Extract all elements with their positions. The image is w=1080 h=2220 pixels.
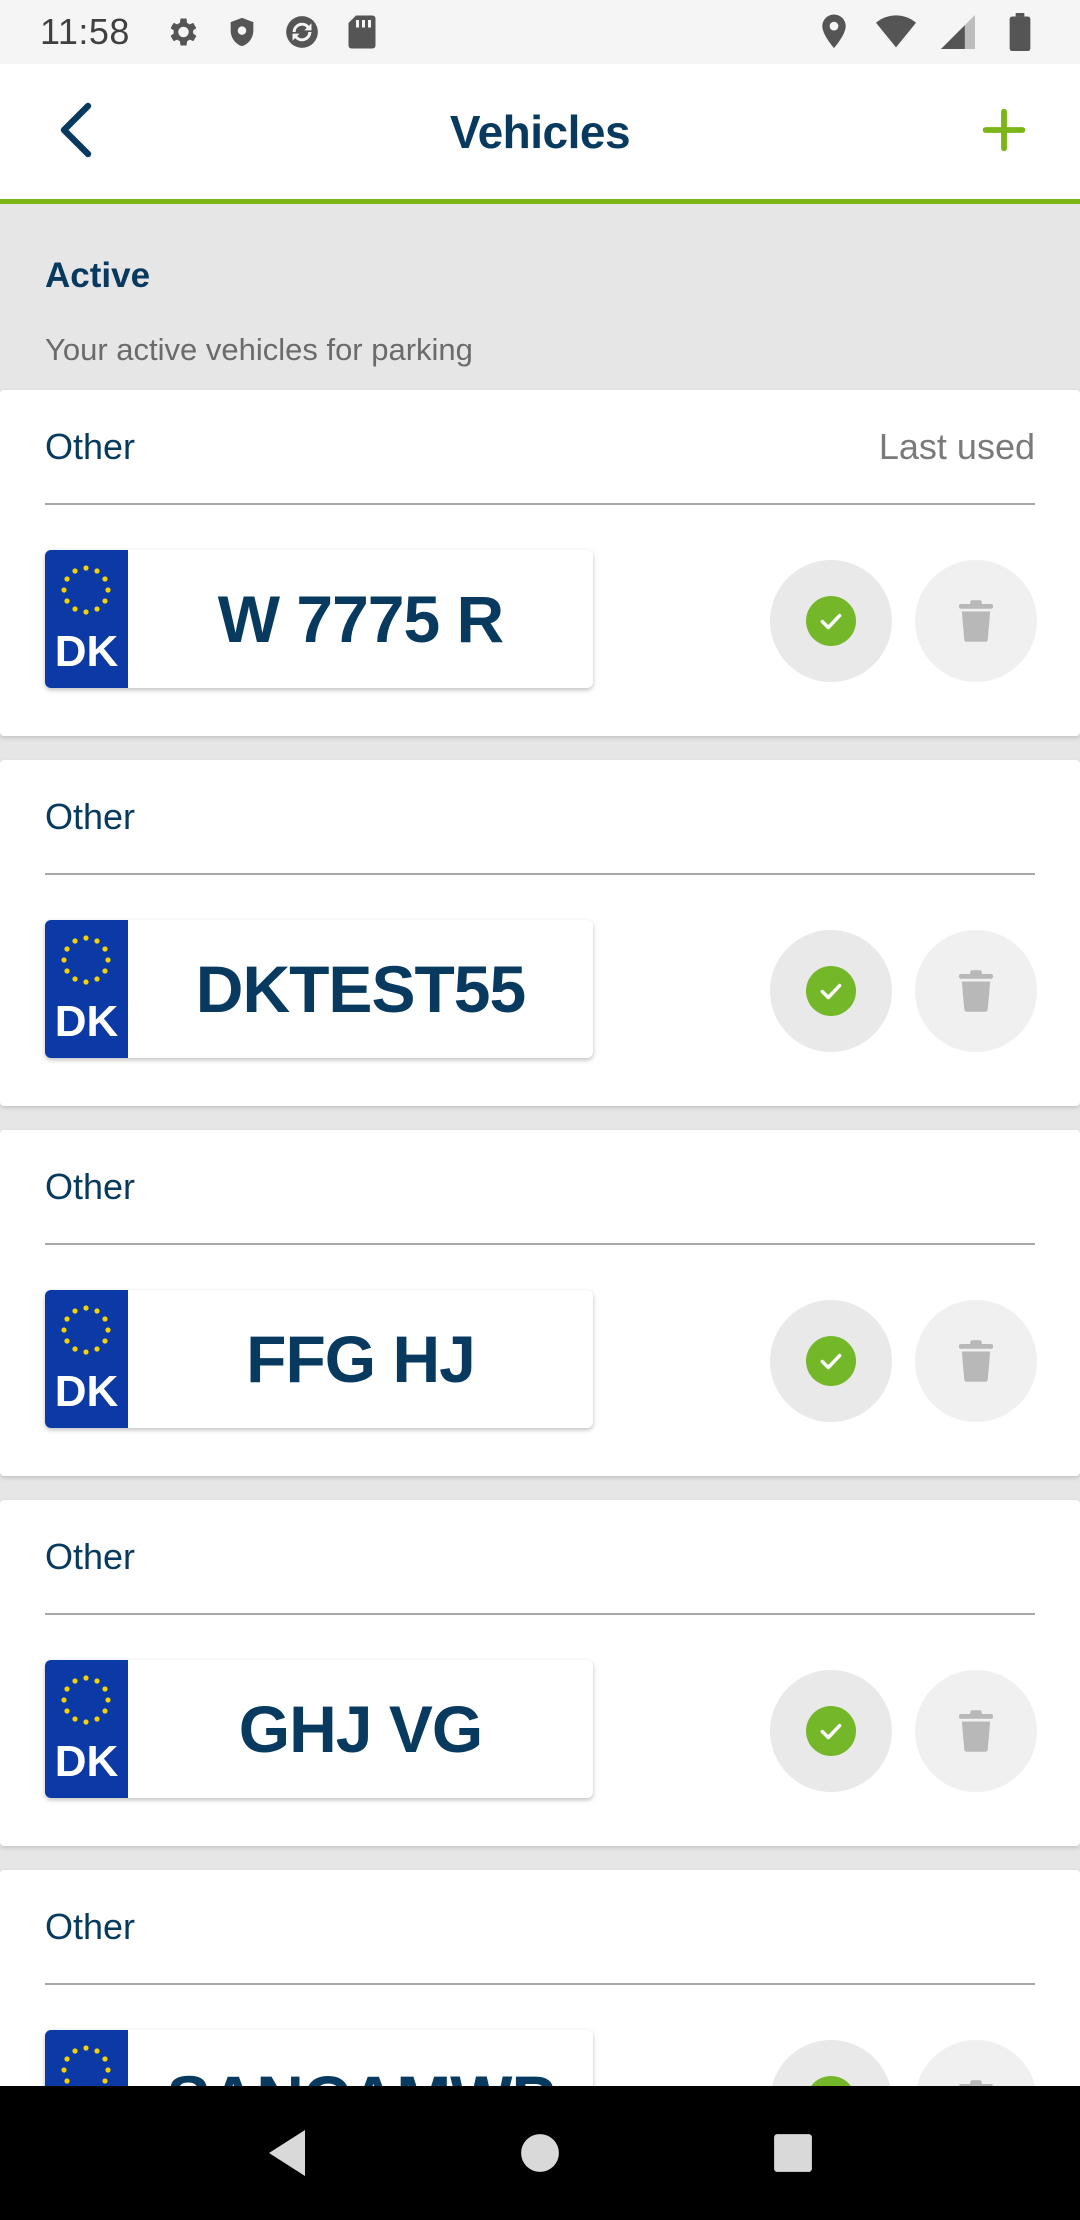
- eu-flag-strip: DK: [45, 550, 128, 688]
- eu-stars-icon: [61, 1675, 111, 1725]
- plate-country: DK: [54, 997, 119, 1046]
- vehicle-card: Other DK FFG HJ: [0, 1130, 1080, 1476]
- system-nav-bar: [0, 2086, 1080, 2220]
- check-circle-icon: [806, 966, 856, 1016]
- location-icon: [814, 12, 854, 52]
- eu-stars-icon: [61, 565, 111, 615]
- battery-icon: [1000, 12, 1040, 52]
- vehicle-card-header: Other: [45, 1130, 1035, 1245]
- vehicle-type: Other: [45, 1535, 136, 1577]
- check-circle-icon: [806, 1706, 856, 1756]
- nav-recents-button[interactable]: [753, 2113, 833, 2193]
- page-title: Vehicles: [449, 105, 631, 158]
- eu-flag-strip: DK: [45, 1660, 128, 1798]
- nav-home-button[interactable]: [500, 2113, 580, 2193]
- settings-icon: [162, 12, 202, 52]
- vehicle-card-header: Other: [45, 1870, 1035, 1985]
- delete-vehicle-button[interactable]: [915, 930, 1037, 1052]
- eu-flag-strip: DK: [45, 920, 128, 1058]
- plate-country: DK: [54, 627, 119, 676]
- select-vehicle-button[interactable]: [770, 560, 892, 682]
- select-vehicle-button[interactable]: [770, 930, 892, 1052]
- plate-country: DK: [54, 1367, 119, 1416]
- eu-stars-icon: [61, 1305, 111, 1355]
- check-circle-icon: [806, 596, 856, 646]
- eu-stars-icon: [61, 935, 111, 985]
- plate-number: GHJ VG: [238, 1692, 483, 1766]
- section-heading: Active: [45, 256, 151, 295]
- eu-flag-strip: DK: [45, 1290, 128, 1428]
- vehicle-card: Other Last used DK W 7775 R: [0, 390, 1080, 736]
- license-plate[interactable]: DK DKTEST55: [45, 920, 593, 1058]
- nav-back-button[interactable]: [247, 2113, 327, 2193]
- vehicle-type: Other: [45, 425, 136, 467]
- plate-number: W 7775 R: [217, 582, 504, 656]
- vehicle-card: Other DK DKTEST55: [0, 760, 1080, 1106]
- status-right-icons: [792, 12, 1040, 52]
- wifi-icon: [876, 12, 916, 52]
- license-plate[interactable]: DK FFG HJ: [45, 1290, 593, 1428]
- select-vehicle-button[interactable]: [770, 1300, 892, 1422]
- status-bar: 11:58: [0, 0, 1080, 64]
- delete-vehicle-button[interactable]: [915, 560, 1037, 682]
- vehicle-type: Other: [45, 1905, 136, 1947]
- vehicle-card-header: Other Last used: [45, 390, 1035, 505]
- check-circle-icon: [806, 1336, 856, 1386]
- trash-icon: [959, 600, 993, 642]
- plus-icon: [982, 108, 1026, 152]
- recents-square-icon: [774, 2134, 813, 2172]
- plate-country: DK: [54, 1737, 119, 1786]
- sync-icon: [282, 12, 322, 52]
- app-bar: Vehicles: [0, 64, 1080, 204]
- add-vehicle-button[interactable]: [968, 94, 1040, 166]
- section-subtitle: Your active vehicles for parking: [45, 332, 473, 367]
- select-vehicle-button[interactable]: [770, 1670, 892, 1792]
- back-button[interactable]: [40, 94, 112, 166]
- signal-icon: [938, 12, 978, 52]
- home-circle-icon: [521, 2134, 559, 2172]
- plate-number: FFG HJ: [246, 1322, 476, 1396]
- vehicle-card: Other DK GHJ VG: [0, 1500, 1080, 1846]
- trash-icon: [959, 970, 993, 1012]
- vehicle-type: Other: [45, 1165, 136, 1207]
- sd-card-icon: [342, 12, 382, 52]
- delete-vehicle-button[interactable]: [915, 1670, 1037, 1792]
- license-plate[interactable]: DK GHJ VG: [45, 1660, 593, 1798]
- trash-icon: [959, 1710, 993, 1752]
- vehicle-card-header: Other: [45, 1500, 1035, 1615]
- plate-number: DKTEST55: [195, 952, 526, 1026]
- back-triangle-icon: [268, 2130, 305, 2176]
- vehicle-type: Other: [45, 795, 136, 837]
- section-header: Active Your active vehicles for parking: [0, 204, 1080, 390]
- trash-icon: [959, 1340, 993, 1382]
- vehicle-card-header: Other: [45, 760, 1035, 875]
- chevron-left-icon: [60, 102, 92, 158]
- shield-icon: [222, 12, 262, 52]
- status-time: 11:58: [40, 11, 130, 52]
- license-plate[interactable]: DK W 7775 R: [45, 550, 593, 688]
- delete-vehicle-button[interactable]: [915, 1300, 1037, 1422]
- last-used-label: Last used: [878, 425, 1035, 467]
